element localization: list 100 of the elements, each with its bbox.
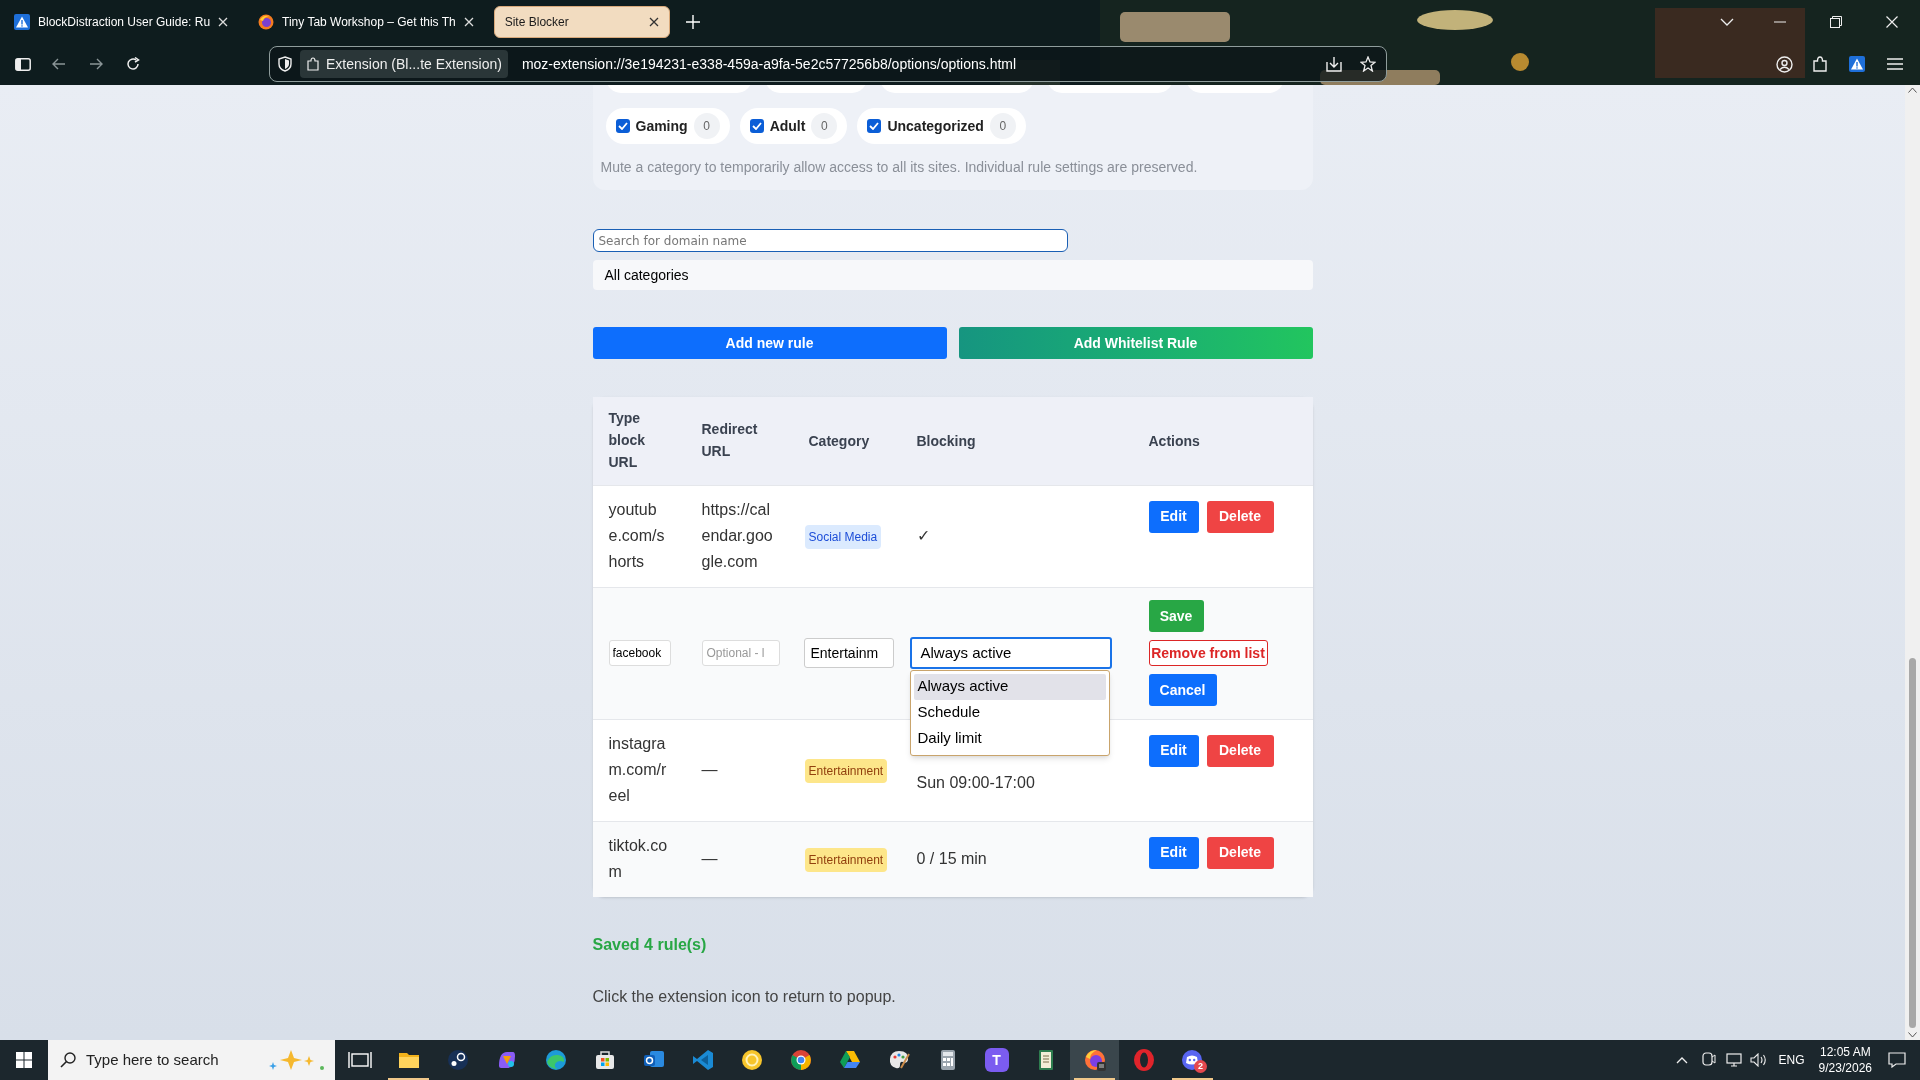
cancel-button[interactable]: Cancel [1148, 674, 1217, 706]
notification-icon[interactable] [1888, 1052, 1906, 1068]
url-cell-text: tiktok.com [608, 836, 669, 883]
scrollbar[interactable] [1905, 85, 1920, 1040]
category-tag: Entertainment [804, 847, 888, 872]
download-icon[interactable] [1326, 56, 1342, 72]
count-badge: 0 [693, 113, 720, 139]
forward-icon[interactable] [89, 58, 103, 70]
minimize-icon[interactable] [1774, 20, 1786, 23]
column-header: Redirect URL [701, 420, 759, 462]
checkbox[interactable] [867, 119, 882, 133]
count-badge: 0 [989, 113, 1016, 139]
round-app-icon [445, 1048, 470, 1072]
blocking-cell-text: ✓ [916, 526, 931, 546]
category-label: Gaming [635, 116, 688, 136]
add-rule-button[interactable]: Add new rule [592, 327, 947, 359]
browser-tab[interactable]: Site Blocker [493, 5, 670, 38]
account-icon[interactable] [1776, 55, 1793, 73]
category-chip[interactable]: Uncategorized 0 [857, 108, 1026, 144]
redirect-cell-text: — [701, 849, 719, 870]
scroll-down-icon[interactable] [1908, 1032, 1917, 1038]
sidebar-icon[interactable] [15, 57, 31, 71]
category-tag: Social Media [804, 524, 882, 549]
edit-button[interactable]: Edit [1148, 500, 1199, 533]
category-chip[interactable]: Gaming 0 [605, 108, 730, 144]
restore-icon[interactable] [1830, 15, 1842, 28]
tab-list-icon[interactable] [1720, 17, 1734, 26]
category-label: Uncategorized [887, 116, 984, 136]
taskbar-app[interactable] [1070, 1040, 1119, 1080]
help-text: Mute a category to temporarily allow access to all its sites. Individual rule settings are preserved. [600, 158, 1199, 177]
remove-button[interactable]: Remove from list [1148, 640, 1268, 666]
blocking-cell-text: Sun 09:00-17:00 [916, 773, 1036, 793]
o-ring-icon [1131, 1048, 1156, 1072]
chevron-up-icon[interactable] [1675, 1056, 1688, 1064]
scroll-up-icon[interactable] [1908, 87, 1917, 93]
dropdown-option[interactable]: Always active [913, 673, 1106, 700]
back-icon[interactable] [52, 58, 66, 70]
checkbox[interactable] [615, 119, 630, 133]
column-header: Category [808, 431, 870, 451]
column-header: Actions [1148, 431, 1200, 451]
redirect-input[interactable]: Optional - l [701, 640, 780, 666]
start-icon[interactable] [16, 1052, 32, 1068]
edit-button[interactable]: Edit [1148, 836, 1199, 869]
globe-icon [258, 13, 275, 30]
url-cell-text: youtube.com/shorts [608, 500, 666, 572]
app-tile: T [984, 1048, 1009, 1072]
language-indicator[interactable]: ENG [1778, 1051, 1805, 1069]
category-chip[interactable]: Adult 0 [739, 108, 848, 144]
warning-icon[interactable] [1849, 56, 1865, 72]
fox-globe-icon [1082, 1048, 1107, 1072]
reload-icon[interactable] [126, 57, 140, 71]
column-header: Type block URL [608, 409, 647, 473]
taskbar-app[interactable]: T [972, 1040, 1021, 1080]
category-tag: Entertainment [804, 758, 888, 783]
delete-button[interactable]: Delete [1206, 734, 1274, 767]
network-icon[interactable] [1725, 1053, 1742, 1067]
wave-icon [543, 1048, 568, 1072]
url-input[interactable]: facebook [608, 640, 671, 666]
redirect-cell-text: https://calendar.google.com [701, 500, 774, 572]
star-icon[interactable] [1360, 56, 1376, 72]
webcam-icon[interactable] [1701, 1052, 1716, 1068]
status-message: Saved 4 rule(s) [592, 935, 708, 955]
clock-time[interactable]: 12:05 AM [1819, 1044, 1871, 1060]
checkbox[interactable] [749, 119, 764, 133]
delete-button[interactable]: Delete [1206, 500, 1274, 533]
close-icon[interactable] [648, 16, 659, 27]
edit-button[interactable]: Edit [1148, 734, 1199, 767]
search-icon [60, 1052, 76, 1068]
volume-icon[interactable] [1749, 1053, 1767, 1067]
browser-tab[interactable]: BlockDistraction User Guide: Ru [4, 5, 239, 38]
clock-date[interactable]: 9/23/2026 [1818, 1060, 1872, 1076]
category-select[interactable]: All categories [592, 260, 1313, 290]
category-label: Adult [769, 116, 806, 136]
delete-button[interactable]: Delete [1206, 836, 1274, 869]
taskbar-app[interactable]: 2 [1168, 1040, 1217, 1080]
puzzle-icon [306, 57, 320, 71]
dropdown-option[interactable]: Daily limit [913, 725, 1106, 752]
count-badge: 0 [811, 113, 838, 139]
code-editor-icon [690, 1048, 715, 1072]
hint-text: Click the extension icon to return to popup. [592, 987, 897, 1007]
wheel-icon [788, 1048, 813, 1072]
browser-tab[interactable]: Tiny Tab Workshop – Get this Th [248, 5, 484, 38]
scrollbar-thumb[interactable] [1909, 658, 1916, 1028]
menu-icon[interactable] [1887, 58, 1903, 70]
category-select[interactable]: Entertainm [803, 638, 894, 668]
notification-badge: 2 [1194, 1060, 1207, 1073]
column-header: Blocking [916, 431, 976, 451]
blocking-cell-text: 0 / 15 min [916, 849, 988, 870]
address-bar[interactable]: Extension (Bl...te Extension) moz-extension://3e194231-e338-459a-a9fa-5e2c577256b8/options/options.html [269, 46, 1387, 82]
dropdown-option[interactable]: Schedule [913, 699, 1106, 726]
blocking-select[interactable]: Always active [909, 637, 1112, 669]
taskbar-search[interactable]: Type here to search [48, 1040, 335, 1080]
search-field[interactable]: Search for domain name [592, 229, 1068, 252]
new-tab-icon[interactable] [685, 14, 700, 29]
url-cell-text: instagram.com/reel [608, 734, 668, 806]
puzzle-icon[interactable] [1812, 56, 1828, 72]
url-text[interactable]: moz-extension://3e194231-e338-459a-a9fa-5e2c577256b8/options/options.html [521, 53, 1318, 75]
redirect-cell-text: — [701, 760, 719, 780]
shield-icon[interactable] [278, 56, 292, 72]
identity-box[interactable]: Extension (Bl...te Extension) [300, 50, 508, 78]
